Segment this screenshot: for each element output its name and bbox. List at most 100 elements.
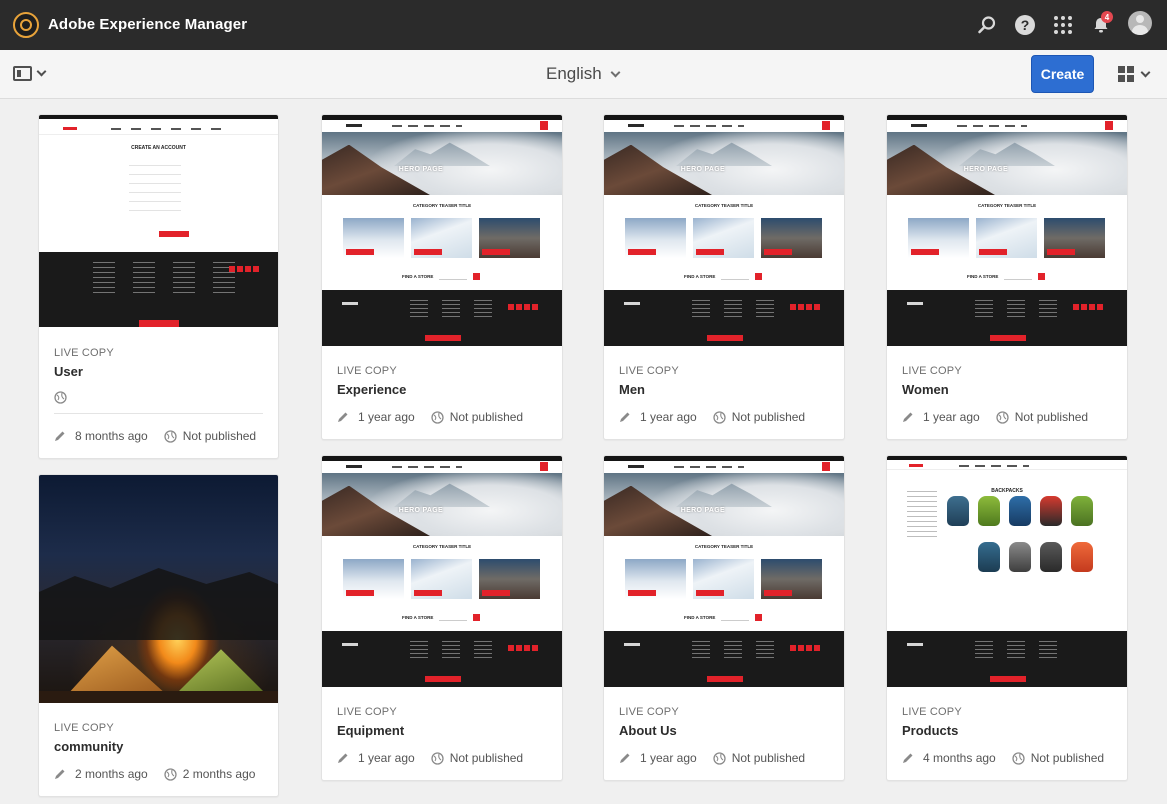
globe-icon bbox=[713, 410, 726, 424]
app-title[interactable]: Adobe Experience Manager bbox=[48, 16, 247, 33]
card-kind: LIVE COPY bbox=[619, 365, 679, 377]
thumbnail-store-label: FIND A STORE bbox=[967, 274, 999, 279]
card-title: Equipment bbox=[337, 723, 405, 738]
card-kind: LIVE COPY bbox=[902, 706, 962, 718]
card-kind: LIVE COPY bbox=[337, 706, 397, 718]
globe-icon bbox=[54, 391, 67, 404]
page-card-experience[interactable]: HERO PAGE CATEGORY TEASER TITLE FIND A S… bbox=[321, 114, 563, 440]
publish-status: Not published bbox=[182, 429, 257, 443]
card-title: Experience bbox=[337, 382, 407, 397]
page-thumbnail: HERO PAGE CATEGORY TEASER TITLE FIND A S… bbox=[604, 456, 844, 687]
card-meta: 2 months ago 2 months ago bbox=[54, 767, 255, 781]
action-bar: English bbox=[0, 50, 1167, 99]
page-card-user[interactable]: CREATE AN ACCOUNT LIVE COPY User 8 month… bbox=[38, 114, 279, 459]
page-card-products[interactable]: BACKPACKS LIVE COPY Products 4 months ag… bbox=[886, 455, 1128, 781]
globe-icon bbox=[1012, 751, 1025, 765]
card-title: Products bbox=[902, 723, 959, 738]
publish-status: 2 months ago bbox=[182, 767, 256, 781]
language-selector[interactable]: English bbox=[546, 64, 621, 84]
publish-status: Not published bbox=[731, 751, 806, 765]
modified-time: 1 year ago bbox=[358, 410, 415, 424]
page-card-about-us[interactable]: HERO PAGE CATEGORY TEASER TITLE FIND A S… bbox=[603, 455, 845, 781]
card-kind: LIVE COPY bbox=[337, 365, 397, 377]
chevron-down-icon bbox=[1140, 67, 1151, 77]
publish-status: Not published bbox=[449, 751, 524, 765]
thumbnail-hero-label: HERO PAGE bbox=[680, 507, 725, 514]
chevron-down-icon bbox=[36, 66, 47, 77]
view-switcher[interactable] bbox=[1118, 66, 1151, 82]
card-title: Men bbox=[619, 382, 645, 397]
thumbnail-section-title: CATEGORY TEASER TITLE bbox=[694, 203, 754, 208]
pencil-icon bbox=[620, 412, 630, 422]
modified-time: 1 year ago bbox=[923, 410, 980, 424]
page-thumbnail: HERO PAGE CATEGORY TEASER TITLE FIND A S… bbox=[322, 115, 562, 346]
page-thumbnail: BACKPACKS bbox=[887, 456, 1127, 687]
thumbnail-heading: CREATE AN ACCOUNT bbox=[131, 145, 186, 151]
globe-icon bbox=[164, 429, 177, 443]
thumbnail-section-title: CATEGORY TEASER TITLE bbox=[412, 544, 472, 549]
campfire-image bbox=[39, 475, 278, 703]
language-label: English bbox=[546, 64, 602, 83]
card-meta: 1 year ago Not published bbox=[902, 410, 1088, 424]
card-meta: 1 year ago Not published bbox=[337, 410, 523, 424]
thumbnail-hero-label: HERO PAGE bbox=[963, 166, 1008, 173]
thumbnail-store-label: FIND A STORE bbox=[402, 274, 434, 279]
apps-grid-icon[interactable] bbox=[1050, 12, 1076, 38]
side-rail-toggle[interactable] bbox=[13, 66, 47, 81]
modified-time: 4 months ago bbox=[923, 751, 996, 765]
create-button[interactable]: Create bbox=[1031, 55, 1094, 93]
pencil-icon bbox=[338, 412, 348, 422]
thumbnail-section-title: CATEGORY TEASER TITLE bbox=[412, 203, 472, 208]
user-avatar-icon[interactable] bbox=[1128, 11, 1152, 35]
card-title: community bbox=[54, 739, 124, 754]
page-thumbnail: HERO PAGE CATEGORY TEASER TITLE FIND A S… bbox=[322, 456, 562, 687]
globe-icon bbox=[431, 751, 444, 765]
search-icon[interactable] bbox=[974, 12, 1000, 38]
page-card-community[interactable]: LIVE COPY community 2 months ago 2 month… bbox=[38, 474, 279, 797]
card-meta: 8 months ago Not published bbox=[54, 429, 256, 443]
thumbnail-hero-label: HERO PAGE bbox=[398, 507, 443, 514]
thumbnail-store-label: FIND A STORE bbox=[684, 615, 716, 620]
card-title: About Us bbox=[619, 723, 677, 738]
modified-time: 2 months ago bbox=[75, 767, 148, 781]
card-meta: 1 year ago Not published bbox=[619, 410, 805, 424]
modified-time: 1 year ago bbox=[640, 410, 697, 424]
help-glyph: ? bbox=[1015, 15, 1035, 35]
card-meta: 4 months ago Not published bbox=[902, 751, 1104, 765]
shell-header: Adobe Experience Manager ? 4 bbox=[0, 0, 1167, 50]
card-kind: LIVE COPY bbox=[54, 722, 114, 734]
card-meta: 1 year ago Not published bbox=[337, 751, 523, 765]
page-thumbnail: HERO PAGE CATEGORY TEASER TITLE FIND A S… bbox=[887, 115, 1127, 346]
globe-icon bbox=[713, 751, 726, 765]
card-kind: LIVE COPY bbox=[902, 365, 962, 377]
page-card-men[interactable]: HERO PAGE CATEGORY TEASER TITLE FIND A S… bbox=[603, 114, 845, 440]
pencil-icon bbox=[620, 753, 630, 763]
publish-status: Not published bbox=[731, 410, 806, 424]
publish-status: Not published bbox=[1014, 410, 1089, 424]
page-thumbnail: CREATE AN ACCOUNT bbox=[39, 115, 278, 328]
page-card-equipment[interactable]: HERO PAGE CATEGORY TEASER TITLE FIND A S… bbox=[321, 455, 563, 781]
thumbnail-hero-label: HERO PAGE bbox=[680, 166, 725, 173]
card-meta: 1 year ago Not published bbox=[619, 751, 805, 765]
pencil-icon bbox=[903, 412, 913, 422]
thumbnail-section-title: CATEGORY TEASER TITLE bbox=[694, 544, 754, 549]
chevron-down-icon bbox=[610, 67, 621, 77]
help-icon[interactable]: ? bbox=[1012, 12, 1038, 38]
page-card-women[interactable]: HERO PAGE CATEGORY TEASER TITLE FIND A S… bbox=[886, 114, 1128, 440]
aem-logo-icon[interactable] bbox=[13, 12, 39, 38]
thumbnail-section-title: CATEGORY TEASER TITLE bbox=[977, 203, 1037, 208]
publish-status: Not published bbox=[449, 410, 524, 424]
globe-icon bbox=[164, 767, 177, 781]
globe-icon bbox=[996, 410, 1009, 424]
card-title: Women bbox=[902, 382, 949, 397]
side-rail-toggle-icon bbox=[13, 66, 32, 81]
pencil-icon bbox=[338, 753, 348, 763]
card-kind: LIVE COPY bbox=[54, 347, 114, 359]
page-thumbnail: HERO PAGE CATEGORY TEASER TITLE FIND A S… bbox=[604, 115, 844, 346]
card-title: User bbox=[54, 364, 83, 379]
modified-time: 1 year ago bbox=[640, 751, 697, 765]
thumbnail-hero-label: HERO PAGE bbox=[398, 166, 443, 173]
modified-time: 8 months ago bbox=[75, 429, 148, 443]
card-view-icon bbox=[1118, 66, 1134, 82]
thumbnail-store-label: FIND A STORE bbox=[684, 274, 716, 279]
